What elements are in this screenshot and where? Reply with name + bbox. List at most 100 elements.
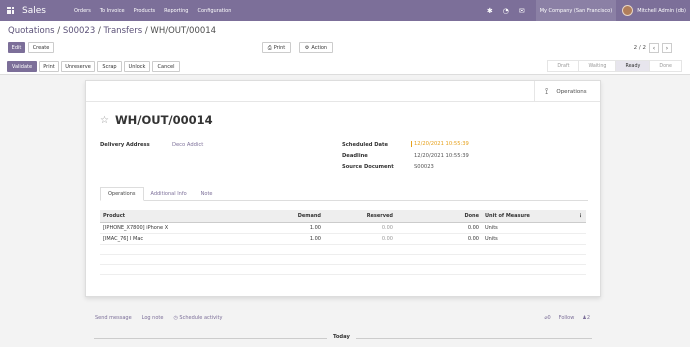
attachments-count: 0 (547, 315, 551, 321)
log-note-button[interactable]: Log note (142, 315, 164, 321)
user-name: Mitchell Admin (db) (637, 7, 686, 14)
pager: 2 / 2 ‹ › (634, 43, 672, 53)
bug-icon[interactable]: ✱ (487, 7, 493, 15)
menu-products[interactable]: Products (134, 8, 156, 14)
scheduled-date-label: Scheduled Date (342, 142, 389, 148)
operations-smart-button[interactable]: ⟟ Operations (534, 81, 600, 102)
record-name: WH/OUT/00014 (114, 113, 213, 127)
chatter-topbar-right: ⌀0 Follow ♟2 (544, 315, 590, 321)
menu-orders[interactable]: Orders (74, 8, 91, 14)
create-button[interactable]: Create (28, 42, 54, 53)
activity-icon[interactable]: ◔ (503, 7, 509, 15)
cell-reserved: 0.00 (324, 222, 396, 234)
followers-button[interactable]: ♟2 (582, 315, 590, 321)
control-panel: Quotations / S00023 / Transfers / WH/OUT… (0, 21, 690, 75)
tab-additional-info[interactable]: Additional Info (144, 187, 194, 200)
today-label: Today (327, 334, 356, 340)
action-menu-button[interactable]: ⚙ Action (299, 42, 333, 53)
source-document-label: Source Document (342, 164, 394, 170)
table-footer (100, 264, 586, 275)
deadline-label: Deadline (342, 153, 368, 159)
menu-configuration[interactable]: Configuration (197, 8, 231, 14)
empty-row (100, 254, 586, 265)
breadcrumb-separator: / (57, 26, 61, 36)
print-menu-button[interactable]: ⎙ Print (262, 42, 291, 53)
follow-button[interactable]: Follow (559, 315, 575, 321)
systray: ✱ ◔ ✉ My Company (San Francisco) Mitchel… (482, 0, 690, 21)
send-message-button[interactable]: Send message (95, 315, 132, 321)
record-title: ☆ WH/OUT/00014 (100, 113, 213, 127)
app-switcher-button[interactable] (0, 0, 20, 21)
schedule-activity-button[interactable]: ◷ Schedule activity (173, 315, 222, 321)
stage-draft: Draft (547, 60, 580, 72)
col-reserved[interactable]: Reserved (324, 210, 396, 222)
user-menu[interactable]: Mitchell Admin (db) (616, 5, 690, 16)
breadcrumb-current: WH/OUT/00014 (150, 26, 217, 36)
table-row[interactable]: [IPHONE_X7800] iPhone X 1.00 0.00 0.00 U… (100, 222, 586, 234)
operations-icon: ⟟ (545, 86, 549, 97)
avatar (622, 5, 634, 16)
action-menu-label: Action (311, 44, 328, 51)
deadline-field[interactable]: 12/20/2021 10:55:39 (414, 153, 469, 159)
operations-table: Product Demand Reserved Done Unit of Mea… (100, 210, 586, 275)
menu-reporting[interactable]: Reporting (164, 8, 188, 14)
cell-demand: 1.00 (240, 222, 324, 234)
delivery-address-field[interactable]: Deco Addict (172, 142, 203, 148)
main-menu: Orders To Invoice Products Reporting Con… (74, 8, 231, 14)
attachments-button[interactable]: ⌀0 (544, 315, 550, 321)
notebook-tabs: Operations Additional Info Note (100, 187, 588, 201)
breadcrumb-quotations[interactable]: Quotations (8, 26, 55, 36)
cell-done: 0.00 (396, 222, 482, 234)
print-menu-label: Print (273, 44, 286, 51)
button-box: ⟟ Operations (86, 81, 600, 102)
apps-grid-icon (6, 7, 14, 14)
messaging-icon[interactable]: ✉ (519, 7, 525, 15)
cancel-button[interactable]: Cancel (152, 61, 180, 72)
cell-demand: 1.00 (240, 233, 324, 245)
source-document-field[interactable]: S00023 (414, 164, 434, 170)
col-product[interactable]: Product (100, 210, 240, 222)
main-navbar: Sales Orders To Invoice Products Reporti… (0, 0, 690, 21)
col-done[interactable]: Done (396, 210, 482, 222)
unreserve-button[interactable]: Unreserve (61, 61, 95, 72)
delivery-address-label: Delivery Address (100, 142, 150, 148)
print-button[interactable]: Print (39, 61, 59, 72)
cell-uom: Units (482, 222, 575, 234)
print-icon: ⎙ (267, 44, 272, 51)
optional-columns-icon[interactable]: ⋮ (575, 210, 586, 222)
company-name: My Company (San Francisco) (539, 7, 613, 14)
followers-count: 2 (586, 315, 590, 321)
col-demand[interactable]: Demand (240, 210, 324, 222)
table-header: Product Demand Reserved Done Unit of Mea… (100, 210, 586, 222)
stage-done: Done (650, 60, 682, 72)
table-row[interactable]: [IMAC_76] I Mac 1.00 0.00 0.00 Units (100, 233, 586, 245)
pager-next-button[interactable]: › (662, 43, 672, 53)
stage-ready: Ready (616, 60, 651, 72)
operations-label: Operations (556, 88, 587, 95)
tab-operations[interactable]: Operations (100, 187, 144, 201)
empty-row (100, 244, 586, 255)
breadcrumb-transfers[interactable]: Transfers (104, 26, 143, 36)
form-sheet: ⟟ Operations ☆ WH/OUT/00014 Delivery Add… (85, 80, 601, 297)
status-bar: Draft Waiting Ready Done (547, 60, 682, 72)
tab-note[interactable]: Note (194, 187, 220, 200)
scheduled-date-field[interactable]: 12/20/2021 10:55:39 (411, 141, 469, 147)
validate-button[interactable]: Validate (7, 61, 37, 72)
edit-button[interactable]: Edit (8, 42, 25, 53)
cell-product: [IMAC_76] I Mac (100, 233, 240, 245)
app-name[interactable]: Sales (22, 6, 74, 16)
star-icon[interactable]: ☆ (100, 115, 109, 126)
pager-previous-button[interactable]: ‹ (649, 43, 659, 53)
cell-product: [IPHONE_X7800] iPhone X (100, 222, 240, 234)
scrap-button[interactable]: Scrap (97, 61, 122, 72)
company-switcher[interactable]: My Company (San Francisco) (535, 0, 617, 21)
chatter-actions: Send message Log note ◷ Schedule activit… (95, 315, 222, 321)
breadcrumb-sale-order[interactable]: S00023 (63, 26, 95, 36)
pager-value[interactable]: 2 / 2 (634, 45, 646, 51)
breadcrumb-separator: / (144, 26, 148, 36)
unlock-button[interactable]: Unlock (124, 61, 150, 72)
breadcrumb: Quotations / S00023 / Transfers / WH/OUT… (8, 26, 216, 36)
cell-uom: Units (482, 233, 575, 245)
col-unit-of-measure[interactable]: Unit of Measure (482, 210, 575, 222)
menu-to-invoice[interactable]: To Invoice (100, 8, 125, 14)
